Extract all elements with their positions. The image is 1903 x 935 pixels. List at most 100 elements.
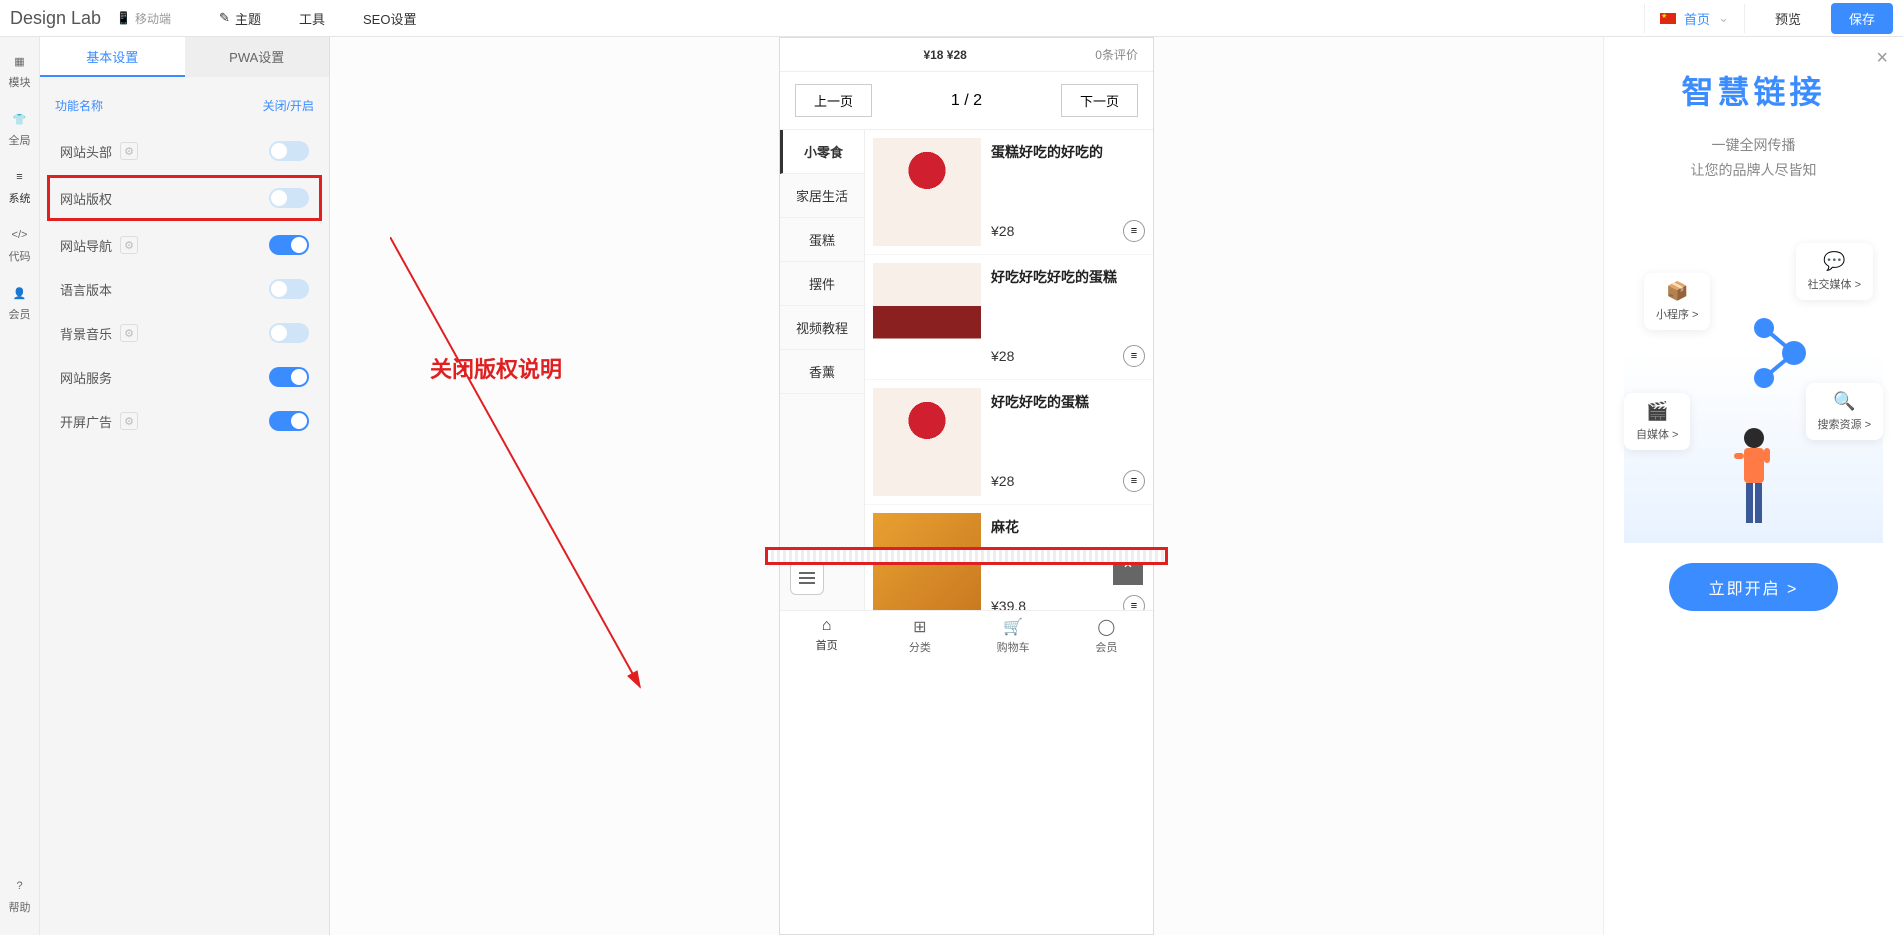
gear-icon[interactable]: ⚙ <box>120 324 138 342</box>
setting-label: 网站版权 <box>60 189 112 208</box>
product-list: 蛋糕好吃的好吃的¥28≡好吃好吃好吃的蛋糕¥28≡好吃好吃的蛋糕¥28≡麻花¥3… <box>865 130 1153 610</box>
product-price: ¥28 <box>991 348 1014 364</box>
add-cart-icon[interactable]: ≡ <box>1123 595 1145 610</box>
gear-icon[interactable]: ⚙ <box>120 412 138 430</box>
rail-system[interactable]: ≡系统 <box>9 168 31 206</box>
tab-label: 会员 <box>1095 639 1117 655</box>
top-price: ¥18 ¥28 <box>923 48 966 62</box>
add-cart-icon[interactable]: ≡ <box>1123 345 1145 367</box>
phone-pager: 上一页 1 / 2 下一页 <box>780 72 1153 130</box>
product-image <box>873 138 981 246</box>
product-price: ¥28 <box>991 473 1014 489</box>
tab-label: 购物车 <box>997 639 1030 655</box>
link-icon <box>1749 313 1809 393</box>
page-selector[interactable]: 首页 ⌄ <box>1644 4 1745 33</box>
right-panel: × 智慧链接 一键全网传播 让您的品牌人尽皆知 💬社交媒体 > 📦小程序 > 🎬… <box>1603 37 1903 935</box>
toggle-switch[interactable] <box>269 323 309 343</box>
tabbar-item[interactable]: ⌂首页 <box>780 617 873 655</box>
nav-theme[interactable]: ✎主题 <box>201 1 279 36</box>
pager-text: 1 / 2 <box>951 92 982 110</box>
category-item[interactable]: 摆件 <box>780 262 864 306</box>
toggle-switch[interactable] <box>269 411 309 431</box>
tab-pwa-settings[interactable]: PWA设置 <box>185 37 330 77</box>
theme-icon: ✎ <box>219 10 230 26</box>
category-sidebar: 小零食家居生活蛋糕摆件视频教程香薰 <box>780 130 865 610</box>
page-label: 首页 <box>1684 9 1710 28</box>
next-page-button[interactable]: 下一页 <box>1061 84 1138 117</box>
top-nav: ✎主题 工具 SEO设置 <box>201 1 434 36</box>
mobile-mode-tag: 📱 移动端 <box>116 10 171 27</box>
tab-label: 分类 <box>909 639 931 655</box>
rail-modules[interactable]: ▦模块 <box>9 52 31 90</box>
toggle-switch[interactable] <box>269 141 309 161</box>
rail-global[interactable]: 👕全局 <box>9 110 31 148</box>
canvas: 关闭版权说明 ¥18 ¥28 0条评价 上一页 1 / 2 下一页 小零食家居生… <box>330 37 1603 935</box>
gear-icon[interactable]: ⚙ <box>120 236 138 254</box>
phone-content: 小零食家居生活蛋糕摆件视频教程香薰 蛋糕好吃的好吃的¥28≡好吃好吃好吃的蛋糕¥… <box>780 130 1153 610</box>
tabbar-item[interactable]: ◯ 会员 <box>1060 617 1153 655</box>
add-cart-icon[interactable]: ≡ <box>1123 220 1145 242</box>
setting-row-6: 开屏广告⚙ <box>55 399 314 443</box>
cta-button[interactable]: 立即开启 > <box>1669 563 1839 611</box>
header-toggle: 关闭/开启 <box>263 97 314 114</box>
mobile-label: 移动端 <box>135 10 171 27</box>
nav-tools[interactable]: 工具 <box>281 1 343 36</box>
setting-row-2: 网站导航 ⚙ <box>55 223 314 267</box>
category-item[interactable]: 视频教程 <box>780 306 864 350</box>
product-image <box>873 263 981 371</box>
tab-icon: ◯ <box>1097 617 1115 637</box>
rail-code[interactable]: </>代码 <box>9 226 31 264</box>
setting-label: 语言版本 <box>60 280 112 299</box>
card-selfmedia[interactable]: 🎬自媒体 > <box>1624 393 1690 450</box>
setting-label: 网站服务 <box>60 368 112 387</box>
product-price: ¥28 <box>991 223 1014 239</box>
toggle-switch[interactable] <box>269 235 309 255</box>
card-miniapp[interactable]: 📦小程序 > <box>1644 273 1710 330</box>
mobile-icon: 📱 <box>116 11 131 25</box>
setting-row-1: 网站版权 <box>47 175 322 221</box>
hamburger-button[interactable] <box>790 561 824 595</box>
category-item[interactable]: 小零食 <box>780 130 864 174</box>
workspace: ▦模块 👕全局 ≡系统 </>代码 👤会员 ?帮助 基本设置 PWA设置 功能名… <box>0 37 1903 935</box>
tabbar-item[interactable]: ⊞分类 <box>873 617 966 655</box>
category-item[interactable]: 蛋糕 <box>780 218 864 262</box>
product-name: 蛋糕好吃的好吃的 <box>991 142 1145 162</box>
right-graphic: 💬社交媒体 > 📦小程序 > 🎬自媒体 > 🔍搜索资源 > <box>1624 223 1883 543</box>
card-social[interactable]: 💬社交媒体 > <box>1796 243 1873 300</box>
header-feature: 功能名称 <box>55 97 103 114</box>
global-icon: 👕 <box>11 110 29 128</box>
category-item[interactable]: 香薰 <box>780 350 864 394</box>
setting-label: 网站导航 <box>60 236 112 255</box>
product-item[interactable]: 好吃好吃好吃的蛋糕¥28≡ <box>865 255 1153 380</box>
toggle-switch[interactable] <box>269 279 309 299</box>
gear-icon[interactable]: ⚙ <box>120 142 138 160</box>
toggle-switch[interactable] <box>269 188 309 208</box>
tab-icon: 🛒 <box>1003 617 1023 637</box>
add-cart-icon[interactable]: ≡ <box>1123 470 1145 492</box>
toggle-switch[interactable] <box>269 367 309 387</box>
left-rail: ▦模块 👕全局 ≡系统 </>代码 👤会员 ?帮助 <box>0 37 40 935</box>
close-icon[interactable]: × <box>1876 47 1888 70</box>
card-search[interactable]: 🔍搜索资源 > <box>1806 383 1883 440</box>
annotation-text: 关闭版权说明 <box>430 352 562 384</box>
preview-button[interactable]: 预览 <box>1760 4 1816 33</box>
annotation-arrow <box>390 237 650 707</box>
product-item[interactable]: 好吃好吃的蛋糕¥28≡ <box>865 380 1153 505</box>
settings-tabs: 基本设置 PWA设置 <box>40 37 329 77</box>
setting-row-5: 网站服务 <box>55 355 314 399</box>
nav-seo[interactable]: SEO设置 <box>345 1 434 36</box>
system-icon: ≡ <box>11 168 29 186</box>
help-icon: ? <box>11 877 29 895</box>
category-item[interactable]: 家居生活 <box>780 174 864 218</box>
miniapp-icon: 📦 <box>1666 281 1688 302</box>
product-item[interactable]: 蛋糕好吃的好吃的 ¥28 ≡ <box>865 130 1153 255</box>
settings-body: 功能名称 关闭/开启 网站头部⚙网站版权网站导航⚙语言版本背景音乐⚙网站服务开屏… <box>40 77 329 463</box>
tab-label: 首页 <box>816 637 838 653</box>
rail-member[interactable]: 👤会员 <box>9 284 31 322</box>
prev-page-button[interactable]: 上一页 <box>795 84 872 117</box>
tabbar-item[interactable]: 🛒 购物车 <box>967 617 1060 655</box>
tab-basic-settings[interactable]: 基本设置 <box>40 37 185 77</box>
save-button[interactable]: 保存 <box>1831 3 1893 34</box>
right-subtitle: 一键全网传播 让您的品牌人尽皆知 <box>1624 133 1883 183</box>
rail-help[interactable]: ?帮助 <box>9 877 31 915</box>
